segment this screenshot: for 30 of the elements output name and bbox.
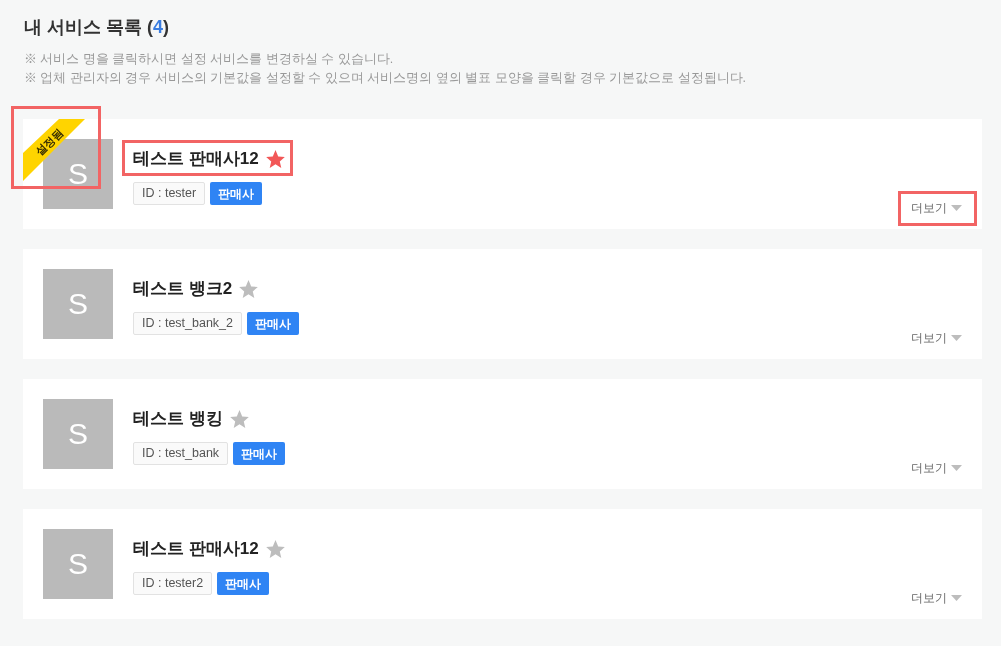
id-tag: ID : tester bbox=[133, 182, 206, 205]
more-button[interactable]: 더보기 bbox=[911, 328, 962, 348]
id-tag: ID : test_bank bbox=[133, 442, 229, 465]
id-tag: ID : test_bank_2 bbox=[133, 312, 243, 335]
info-note: ※ 서비스 명을 클릭하시면 설정 서비스를 변경하실 수 있습니다. bbox=[24, 51, 395, 68]
service-name-link[interactable]: 테스트 뱅킹 bbox=[133, 407, 223, 431]
avatar: S bbox=[43, 529, 113, 599]
star-icon[interactable] bbox=[229, 410, 249, 428]
star-icon[interactable] bbox=[239, 280, 259, 298]
role-tag: 판매사 bbox=[210, 182, 263, 205]
id-tag: ID : tester2 bbox=[133, 572, 213, 595]
caret-icon bbox=[951, 595, 962, 601]
more-button[interactable]: 더보기 bbox=[911, 588, 962, 608]
info-note: ※ 업체 관리자의 경우 서비스의 기본값을 설정할 수 있으며 서비스명의 옆의 별표 모양을 클릭할 경우 기본값으로 설정됩니다. bbox=[24, 70, 748, 87]
star-icon[interactable] bbox=[265, 540, 285, 558]
service-name-link[interactable]: 테스트 뱅크2 bbox=[133, 277, 233, 301]
service-name-link[interactable]: 테스트 판매사12 bbox=[133, 147, 259, 171]
caret-icon bbox=[951, 335, 962, 341]
service-name-link[interactable]: 테스트 판매사12 bbox=[133, 537, 259, 561]
more-button[interactable]: 더보기 bbox=[911, 458, 962, 478]
role-tag: 판매사 bbox=[233, 442, 286, 465]
caret-icon bbox=[951, 205, 962, 211]
page-title: 내 서비스 목록 (4) bbox=[24, 16, 170, 39]
caret-icon bbox=[951, 465, 962, 471]
more-button[interactable]: 더보기 bbox=[911, 198, 962, 218]
star-icon[interactable] bbox=[265, 150, 285, 168]
role-tag: 판매사 bbox=[217, 572, 270, 595]
avatar: S bbox=[43, 269, 113, 339]
avatar: S bbox=[43, 399, 113, 469]
role-tag: 판매사 bbox=[247, 312, 300, 335]
